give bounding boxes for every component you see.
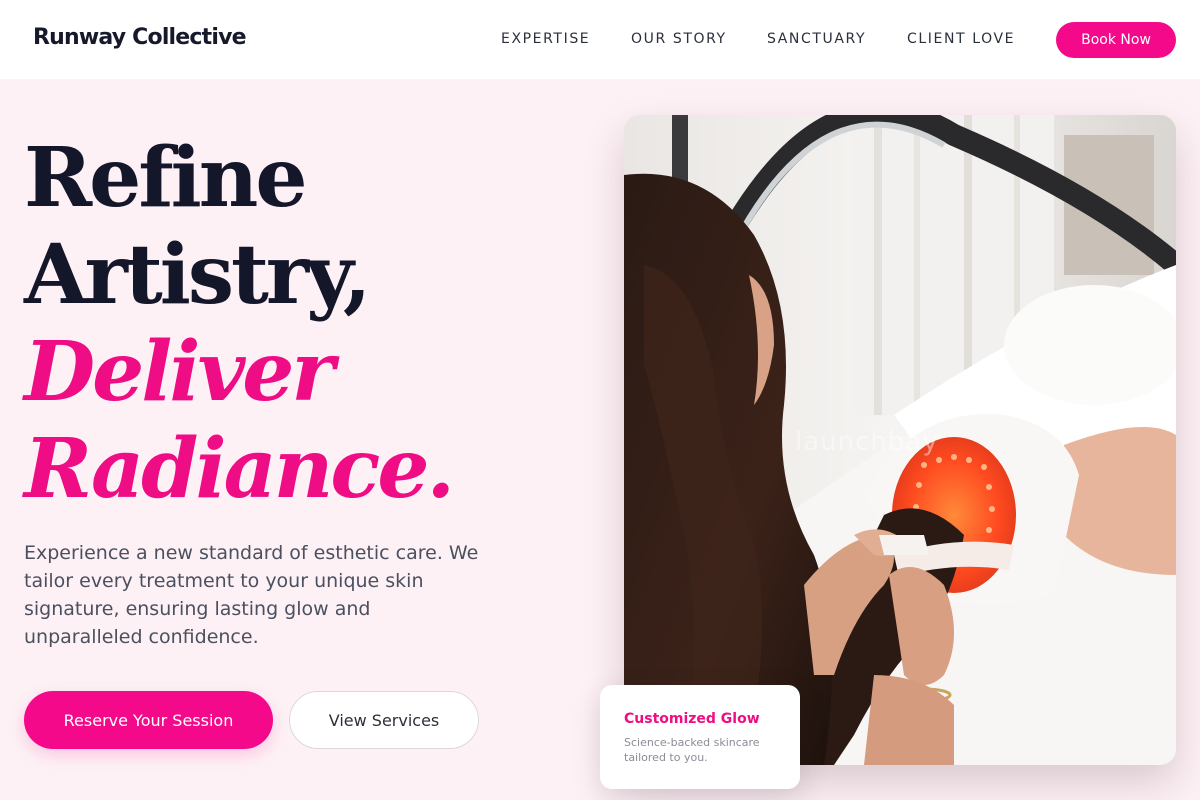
site-header: Runway Collective EXPERTISE OUR STORY SA… [0, 0, 1200, 79]
hero-headline: Refine Artistry, Deliver Radiance. [24, 130, 455, 518]
headline-line-radiance: Radiance. [24, 421, 455, 517]
brand-logo[interactable]: Runway Collective [33, 25, 247, 50]
card-title: Customized Glow [624, 711, 760, 727]
customized-glow-card: Customized Glow Science-backed skincare … [600, 685, 800, 789]
book-now-button[interactable]: Book Now [1056, 22, 1176, 58]
nav-link-sanctuary[interactable]: SANCTUARY [767, 31, 866, 47]
headline-line-artistry: Artistry, [24, 227, 371, 323]
headline-line-deliver: Deliver [24, 324, 335, 420]
nav-link-client-love[interactable]: CLIENT LOVE [907, 31, 1015, 47]
image-watermark: launchbay [795, 427, 939, 457]
hero-description: Experience a new standard of esthetic ca… [24, 542, 479, 648]
headline-line-refine: Refine [24, 130, 308, 226]
view-services-button[interactable]: View Services [289, 691, 479, 749]
nav-link-expertise[interactable]: EXPERTISE [501, 31, 590, 47]
reserve-session-button[interactable]: Reserve Your Session [24, 691, 273, 749]
card-text: Science-backed skincare tailored to you. [624, 736, 760, 764]
nav-link-our-story[interactable]: OUR STORY [631, 31, 727, 47]
